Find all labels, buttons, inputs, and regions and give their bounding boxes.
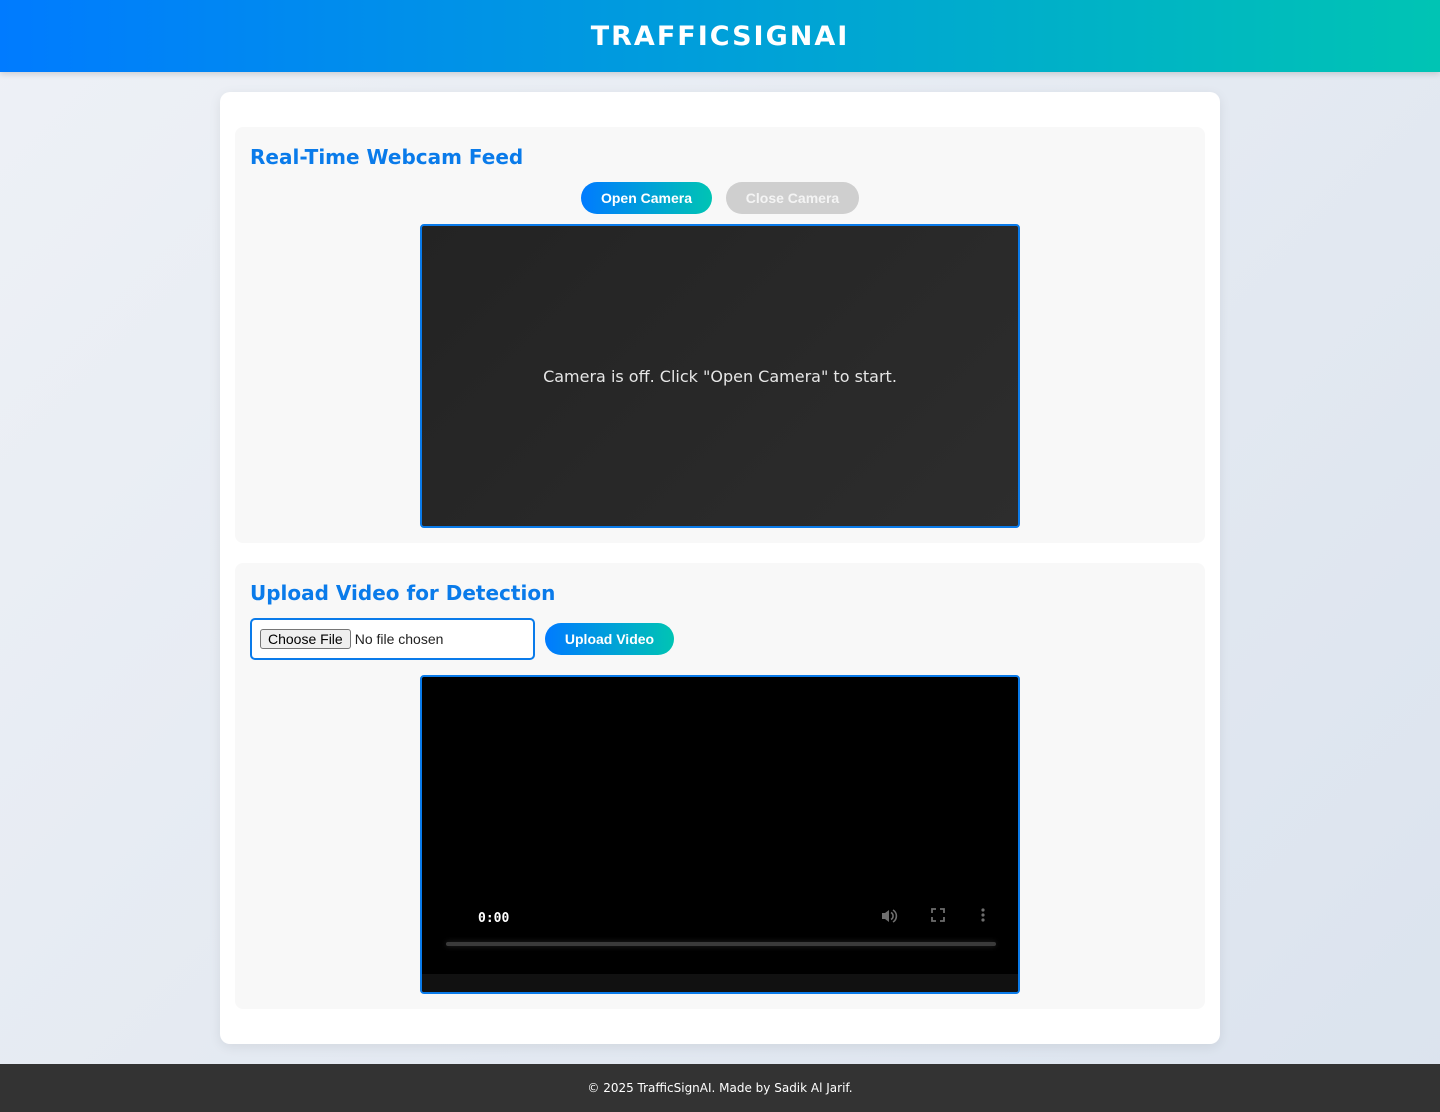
page-footer: © 2025 TrafficSignAI. Made by Sadik Al J…: [0, 1064, 1440, 1112]
webcam-display: Camera is off. Click "Open Camera" to st…: [420, 224, 1020, 528]
choose-file-button[interactable]: Choose File: [260, 629, 351, 649]
footer-text: © 2025 TrafficSignAI. Made by Sadik Al J…: [587, 1081, 853, 1095]
video-bottom-bar: [422, 974, 1018, 992]
video-current-time: 0:00: [478, 911, 510, 926]
app-header: TRAFFICSIGNAI: [0, 0, 1440, 72]
close-camera-button[interactable]: Close Camera: [726, 182, 859, 214]
upload-section-title: Upload Video for Detection: [250, 581, 556, 605]
volume-icon[interactable]: [880, 907, 898, 930]
app-title: TRAFFICSIGNAI: [590, 20, 850, 52]
camera-status-message: Camera is off. Click "Open Camera" to st…: [543, 366, 897, 386]
open-camera-button[interactable]: Open Camera: [581, 182, 712, 214]
main-container: Real-Time Webcam Feed Open Camera Close …: [220, 92, 1220, 1044]
upload-video-button[interactable]: Upload Video: [545, 623, 674, 655]
fullscreen-icon[interactable]: [930, 907, 946, 928]
video-file-input[interactable]: Choose File No file chosen: [250, 618, 535, 660]
video-progress-bar[interactable]: [446, 942, 996, 946]
more-options-icon[interactable]: [980, 907, 986, 928]
webcam-section-title: Real-Time Webcam Feed: [250, 145, 524, 169]
upload-section: Upload Video for Detection Choose File N…: [235, 563, 1205, 1009]
webcam-section: Real-Time Webcam Feed Open Camera Close …: [235, 127, 1205, 543]
file-status-text: No file chosen: [354, 631, 444, 647]
video-player[interactable]: 0:00: [420, 675, 1020, 994]
